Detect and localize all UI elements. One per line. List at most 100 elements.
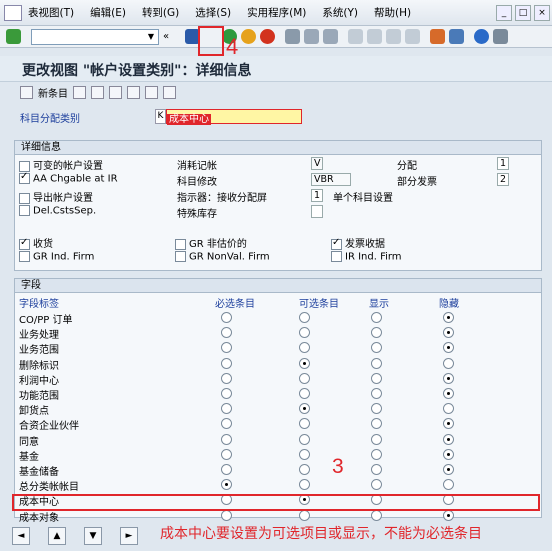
aa-chgable-checkbox[interactable] bbox=[19, 171, 30, 184]
scroll-prev-button[interactable]: ▲ bbox=[48, 526, 66, 545]
ir-ind-firm-checkbox[interactable] bbox=[331, 251, 342, 262]
prev-page-icon[interactable] bbox=[367, 29, 383, 44]
field-row-radio[interactable] bbox=[299, 342, 310, 354]
scroll-last-button[interactable]: ► bbox=[120, 526, 138, 545]
field-row-radio[interactable] bbox=[371, 342, 382, 354]
field-row-radio[interactable] bbox=[221, 448, 232, 460]
sap-menu-icon[interactable] bbox=[4, 4, 22, 21]
menu-help[interactable]: 帮助(H) bbox=[374, 5, 411, 20]
field-row-radio[interactable] bbox=[443, 388, 454, 399]
variable-acct-checkbox[interactable] bbox=[19, 160, 30, 172]
menu-goto[interactable]: 转到(G) bbox=[142, 5, 179, 20]
field-row-radio[interactable] bbox=[221, 418, 232, 430]
field-row-radio[interactable] bbox=[371, 433, 382, 445]
field-row-radio[interactable] bbox=[221, 342, 232, 354]
find-icon[interactable] bbox=[304, 29, 320, 44]
field-row-radio[interactable] bbox=[443, 418, 454, 430]
field-row-radio[interactable] bbox=[371, 448, 382, 460]
next-page-icon[interactable] bbox=[386, 29, 402, 44]
undo-icon[interactable] bbox=[109, 85, 122, 99]
help-icon[interactable] bbox=[474, 29, 490, 44]
field-row-radio[interactable] bbox=[371, 418, 382, 430]
field-row-radio[interactable] bbox=[299, 479, 310, 491]
minimize-icon[interactable]: _ bbox=[496, 5, 512, 21]
first-page-icon[interactable] bbox=[348, 29, 364, 44]
field-row-radio[interactable] bbox=[371, 312, 382, 323]
field-row-radio[interactable] bbox=[221, 372, 232, 384]
new-entries-button[interactable]: 新条目 bbox=[38, 85, 68, 100]
menu-edit[interactable]: 编辑(E) bbox=[90, 5, 126, 20]
field-row-radio[interactable] bbox=[443, 464, 454, 475]
new-session-icon[interactable] bbox=[430, 29, 446, 44]
field-row-radio[interactable] bbox=[299, 403, 310, 415]
field-row-radio[interactable] bbox=[443, 403, 454, 415]
copy-icon[interactable] bbox=[73, 85, 86, 99]
derive-acct-checkbox[interactable] bbox=[19, 192, 30, 204]
display-change-icon[interactable] bbox=[20, 85, 33, 99]
field-row-radio[interactable] bbox=[299, 433, 310, 445]
command-field[interactable]: ▼ bbox=[31, 28, 159, 45]
field-row-radio[interactable] bbox=[443, 509, 454, 521]
last-page-icon[interactable] bbox=[405, 29, 421, 44]
field-row-radio[interactable] bbox=[221, 388, 232, 399]
field-row-radio[interactable] bbox=[371, 372, 382, 384]
field-row-radio[interactable] bbox=[443, 372, 454, 384]
layout-icon[interactable] bbox=[493, 29, 509, 44]
select-all-icon[interactable] bbox=[127, 85, 140, 99]
find-next-icon[interactable] bbox=[323, 29, 339, 44]
field-row-radio[interactable] bbox=[221, 509, 232, 521]
field-row-radio[interactable] bbox=[221, 479, 232, 491]
field-row-radio[interactable] bbox=[443, 342, 454, 354]
field-row-radio[interactable] bbox=[299, 418, 310, 430]
field-row-radio[interactable] bbox=[443, 433, 454, 445]
enter-icon[interactable] bbox=[6, 29, 21, 44]
chevron-down-icon[interactable]: ▼ bbox=[145, 31, 157, 43]
distribution-field[interactable]: 1 bbox=[497, 157, 509, 170]
field-row-radio[interactable] bbox=[443, 357, 454, 369]
scroll-next-button[interactable]: ▼ bbox=[84, 526, 102, 545]
shortcut-icon[interactable] bbox=[449, 29, 465, 44]
del-csts-checkbox[interactable] bbox=[19, 205, 30, 216]
deselect-icon[interactable] bbox=[145, 85, 158, 99]
field-row-radio[interactable] bbox=[299, 388, 310, 399]
indicator-field[interactable]: 1 bbox=[311, 189, 323, 202]
field-row-radio[interactable] bbox=[371, 479, 382, 491]
field-row-radio[interactable] bbox=[299, 312, 310, 323]
field-row-radio[interactable] bbox=[299, 448, 310, 460]
gr-nonval-firm-checkbox[interactable] bbox=[175, 251, 186, 262]
invoice-receipt-checkbox[interactable] bbox=[331, 237, 342, 250]
field-row-radio[interactable] bbox=[443, 327, 454, 339]
exit-icon[interactable] bbox=[241, 29, 257, 44]
field-row-radio[interactable] bbox=[443, 479, 454, 491]
collapse-icon[interactable]: « bbox=[163, 31, 169, 42]
field-row-radio[interactable] bbox=[299, 464, 310, 475]
print-icon[interactable] bbox=[285, 29, 301, 44]
field-row-radio[interactable] bbox=[221, 433, 232, 445]
acct-mod-field[interactable]: VBR bbox=[311, 173, 351, 186]
field-row-radio[interactable] bbox=[443, 312, 454, 323]
menu-table-view[interactable]: 表视图(T) bbox=[28, 5, 74, 20]
field-row-radio[interactable] bbox=[299, 509, 310, 521]
scroll-first-button[interactable]: ◄ bbox=[12, 526, 30, 545]
delete-icon[interactable] bbox=[91, 85, 104, 99]
field-row-radio[interactable] bbox=[299, 357, 310, 369]
menu-system[interactable]: 系统(Y) bbox=[322, 5, 358, 20]
field-row-radio[interactable] bbox=[221, 312, 232, 323]
field-row-radio[interactable] bbox=[371, 388, 382, 399]
gr-non-valuated-checkbox[interactable] bbox=[175, 238, 186, 250]
maximize-icon[interactable]: □ bbox=[515, 5, 531, 21]
field-row-radio[interactable] bbox=[221, 357, 232, 369]
assignment-value-field[interactable]: 成本中心 bbox=[166, 109, 302, 125]
bc-set-icon[interactable] bbox=[163, 85, 176, 99]
field-row-radio[interactable] bbox=[221, 464, 232, 475]
menu-utilities[interactable]: 实用程序(M) bbox=[247, 5, 306, 20]
cancel-icon[interactable] bbox=[260, 29, 276, 44]
field-row-radio[interactable] bbox=[299, 372, 310, 384]
gr-ind-firm-checkbox[interactable] bbox=[19, 251, 30, 262]
field-row-radio[interactable] bbox=[443, 448, 454, 460]
field-row-radio[interactable] bbox=[371, 509, 382, 521]
close-window-icon[interactable]: × bbox=[534, 5, 550, 21]
field-row-radio[interactable] bbox=[221, 327, 232, 339]
special-stock-field[interactable] bbox=[311, 205, 323, 218]
goods-receipt-checkbox[interactable] bbox=[19, 237, 30, 250]
